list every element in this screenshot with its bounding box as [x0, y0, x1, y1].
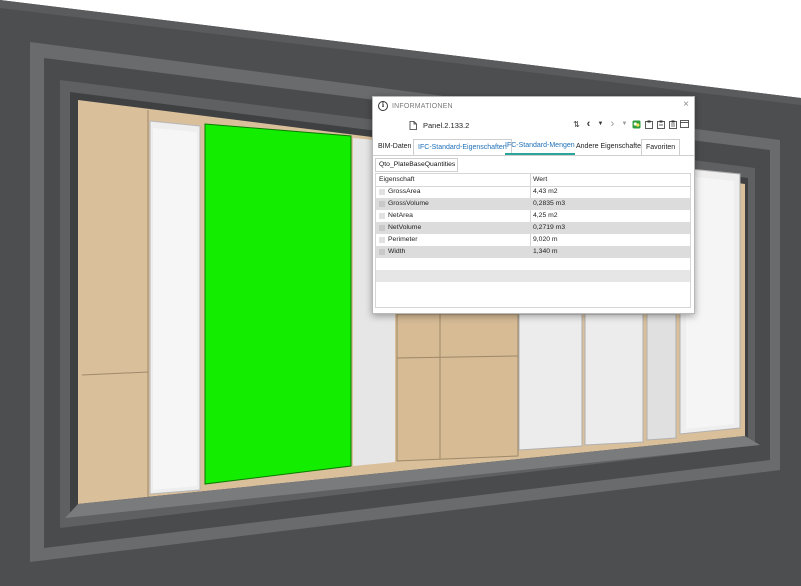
- table-row[interactable]: Width 1,340 m: [376, 246, 690, 258]
- drag-handle-icon[interactable]: [379, 201, 385, 207]
- property-name: GrossVolume: [388, 200, 429, 207]
- tab-ifc-standard-mengen[interactable]: IFC-Standard-Mengen: [505, 138, 575, 155]
- clipboard-icon[interactable]: [644, 118, 653, 130]
- glass-pane: [646, 313, 677, 441]
- document-icon: [409, 120, 417, 130]
- tab-bim-daten[interactable]: BIM-Daten: [378, 138, 411, 155]
- clipboard-copy-icon[interactable]: [656, 118, 665, 130]
- sort-arrows-icon[interactable]: ⇅: [572, 118, 581, 130]
- drag-handle-icon[interactable]: [379, 237, 385, 243]
- property-value: 4,25 m2: [533, 212, 558, 219]
- glass-pane: [584, 313, 644, 446]
- property-value: 4,43 m2: [533, 188, 558, 195]
- tab-favoriten[interactable]: Favoriten: [641, 139, 681, 155]
- tab-ifc-standard-eigenschaften[interactable]: IFC-Standard-Eigenschaften: [413, 139, 512, 155]
- clipboard-export-icon[interactable]: [668, 118, 677, 130]
- tab-andere-eigenschaften[interactable]: Andere Eigenschaften: [576, 138, 645, 155]
- property-value: 9,020 m: [533, 236, 558, 243]
- object-toolbar: Panel.2.133.2 ⇅ ‹ ▼ › ▼: [373, 116, 694, 134]
- drag-handle-icon[interactable]: [379, 249, 385, 255]
- property-value: 0,2835 m3: [533, 200, 566, 207]
- column-header-eigenschaft[interactable]: Eigenschaft: [379, 174, 415, 186]
- property-name: GrossArea: [388, 188, 421, 195]
- wood-panel: [396, 313, 519, 462]
- properties-table: Eigenschaft Wert GrossArea 4,43 m2 Gross…: [375, 173, 691, 308]
- toolbar-buttons: ⇅ ‹ ▼ › ▼: [572, 118, 689, 130]
- sync-selection-icon[interactable]: [632, 118, 641, 130]
- property-name: NetArea: [388, 212, 413, 219]
- table-row[interactable]: NetArea 4,25 m2: [376, 210, 690, 222]
- property-value: 0,2719 m3: [533, 224, 566, 231]
- table-row[interactable]: GrossArea 4,43 m2: [376, 186, 690, 198]
- drag-handle-icon[interactable]: [379, 189, 385, 195]
- glass-pane-inner: [153, 128, 197, 490]
- property-value: 1,340 m: [533, 248, 558, 255]
- property-name: Width: [388, 248, 406, 255]
- empty-row: [376, 270, 690, 282]
- close-icon[interactable]: ×: [683, 100, 689, 110]
- title-bar[interactable]: i INFORMATIONEN ×: [373, 97, 694, 115]
- dropdown-arrow-icon[interactable]: ▼: [596, 118, 605, 130]
- table-row[interactable]: Perimeter 9,020 m: [376, 234, 690, 246]
- table-row[interactable]: GrossVolume 0,2835 m3: [376, 198, 690, 210]
- drag-handle-icon[interactable]: [379, 225, 385, 231]
- property-name: Perimeter: [388, 236, 418, 243]
- table-row[interactable]: NetVolume 0,2719 m3: [376, 222, 690, 234]
- object-name: Panel.2.133.2: [423, 120, 470, 130]
- quantity-set-tab[interactable]: Qto_PlateBaseQuantities: [375, 158, 458, 172]
- property-name: NetVolume: [388, 224, 422, 231]
- column-header-wert[interactable]: Wert: [533, 174, 547, 186]
- glass-pane: [518, 313, 583, 451]
- drag-handle-icon[interactable]: [379, 213, 385, 219]
- chevron-right-icon[interactable]: ›: [608, 118, 617, 130]
- tab-bar: BIM-Daten IFC-Standard-Eigenschaften IFC…: [373, 138, 694, 156]
- information-panel: i INFORMATIONEN × Panel.2.133.2 ⇅ ‹ ▼ › …: [372, 96, 695, 314]
- window-title: INFORMATIONEN: [392, 102, 453, 110]
- chevron-left-icon[interactable]: ‹: [584, 118, 593, 130]
- selected-panel[interactable]: [204, 123, 352, 485]
- info-circle-icon: i: [378, 101, 388, 111]
- window-layout-icon[interactable]: [680, 118, 689, 130]
- filter-arrow-icon[interactable]: ▼: [620, 118, 629, 130]
